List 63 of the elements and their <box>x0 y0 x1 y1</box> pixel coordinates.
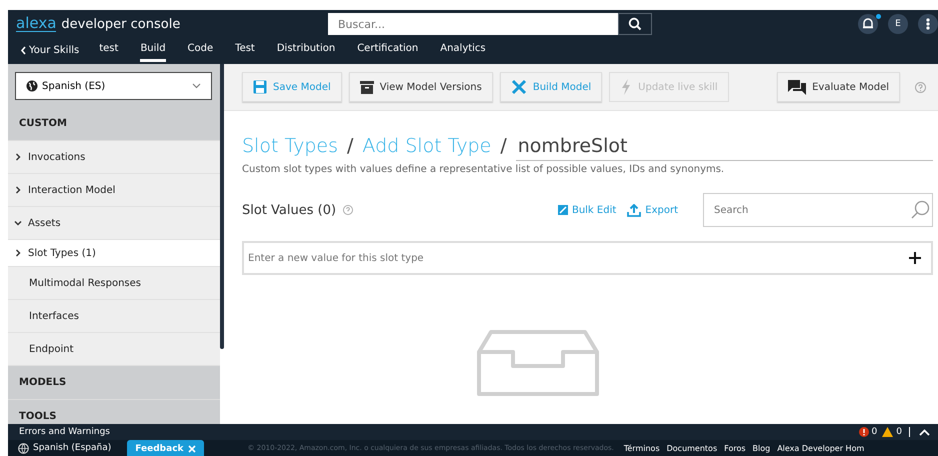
error-count: 0 <box>872 427 878 437</box>
chevron-down-icon <box>14 219 22 227</box>
nav-tab[interactable]: Test <box>235 38 255 62</box>
notification-button[interactable] <box>858 14 878 34</box>
nav-tab[interactable]: Analytics <box>440 38 486 62</box>
sidebar-item-label: Assets <box>28 218 61 228</box>
error-icon <box>858 427 869 437</box>
errors-label[interactable]: Errors and Warnings <box>19 427 110 437</box>
chevron-right-icon <box>14 153 22 161</box>
search-field[interactable]: Buscar... <box>328 13 618 35</box>
avatar-button[interactable]: E <box>888 14 908 34</box>
footer-link[interactable]: Foros <box>724 444 746 452</box>
footer-link[interactable]: Documentos <box>666 444 718 452</box>
sidebar-section[interactable]: CUSTOM <box>8 107 220 141</box>
evaluate-model-button[interactable]: Evaluate Model <box>777 72 900 102</box>
nav-tab[interactable]: Certification <box>357 38 418 62</box>
description-text: Custom slot types with values define a representative list of possible values, IDs and synonyms. <box>242 164 726 175</box>
lightning-icon <box>620 79 632 95</box>
nav-tab[interactable]: Code <box>188 38 214 62</box>
more-button[interactable] <box>918 14 938 34</box>
search-field[interactable]: Search <box>703 193 933 227</box>
notification-dot <box>876 14 881 19</box>
back-link[interactable]: Your Skills <box>20 44 80 56</box>
footer-link[interactable]: Blog <box>752 444 770 452</box>
bell-icon <box>861 17 875 31</box>
breadcrumb-separator: / <box>347 135 354 157</box>
search-icon <box>628 17 642 31</box>
warning-icon <box>882 427 894 437</box>
scrollbar[interactable] <box>220 64 224 349</box>
sidebar-item[interactable]: Slot Types (1) <box>8 240 220 267</box>
logo-word[interactable]: alexa <box>16 16 56 32</box>
chevron-right-icon <box>14 249 22 257</box>
section-title: Slot Values (0) <box>242 202 336 218</box>
breadcrumb-separator: / <box>500 135 507 157</box>
sidebar-item-label: Interaction Model <box>28 184 116 196</box>
search-icon <box>910 200 930 220</box>
more-icon <box>926 18 930 30</box>
warning-count: 0 <box>896 427 902 437</box>
sidebar-item-label: Invocations <box>28 152 86 162</box>
close-icon <box>188 445 196 453</box>
empty-tray-icon <box>476 330 598 396</box>
sidebar-section[interactable]: TOOLS <box>8 400 220 424</box>
language-selector[interactable]: Spanish (España) <box>33 443 112 453</box>
toolbar-button[interactable]: View Model Versions <box>348 72 493 102</box>
search-button[interactable] <box>618 13 652 35</box>
plus-icon[interactable] <box>909 252 921 264</box>
footer-link[interactable]: Términos <box>624 444 660 452</box>
chevron-right-icon <box>14 186 22 194</box>
upload-icon <box>627 204 642 216</box>
archive-box-icon <box>360 80 374 94</box>
edit-icon <box>558 205 568 215</box>
chevron-up-icon[interactable] <box>919 428 930 436</box>
locale-dropdown[interactable]: Spanish (ES) <box>15 72 212 100</box>
nav-tab[interactable]: test <box>99 38 118 62</box>
new-value-field[interactable]: Enter a new value for this slot type <box>242 241 933 275</box>
footer-link[interactable]: Alexa Developer Hom <box>777 444 864 452</box>
chevron-down-icon <box>192 83 201 89</box>
sidebar-item-label: Slot Types (1) <box>28 248 96 258</box>
nav-tab[interactable]: Distribution <box>276 38 336 62</box>
chevron-left-icon <box>20 46 27 54</box>
logo-text[interactable]: developer console <box>61 16 180 32</box>
chat-bubbles-icon <box>788 80 806 94</box>
sidebar-section[interactable]: MODELS <box>8 366 220 400</box>
